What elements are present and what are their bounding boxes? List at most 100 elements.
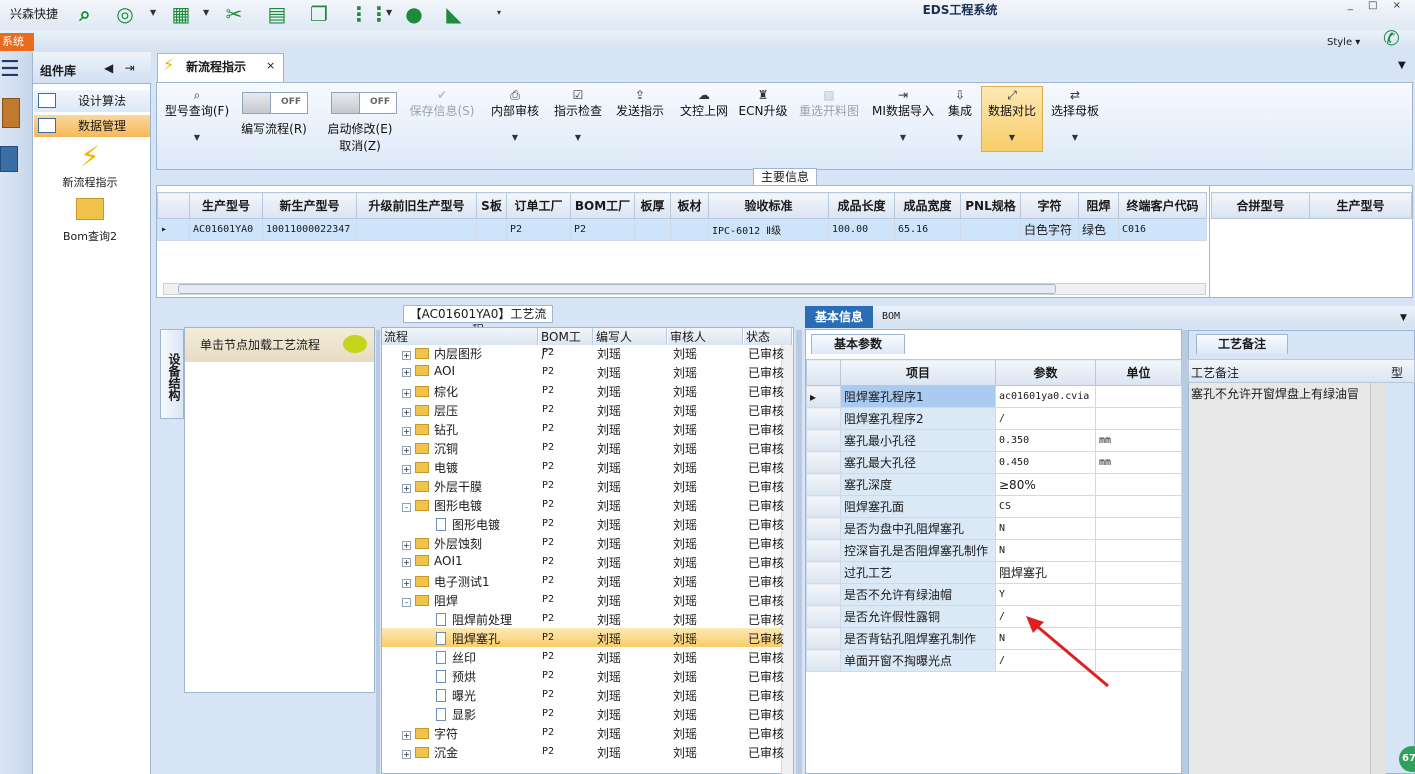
column-header[interactable]: 单位 [1095,359,1182,386]
table-cell[interactable]: 65.16 [894,218,961,241]
table-row[interactable]: ▸ AC01601YA0 10011000022347 P2 P2 IPC-60… [157,218,1207,241]
cancel-button[interactable]: 取消(Z) [322,137,398,154]
start-modify-toggle[interactable]: OFF [331,92,397,114]
column-header[interactable]: 阻焊 [1078,192,1119,219]
tree-row[interactable]: + AOI1 P2 刘瑶 刘瑶 已审核 [382,552,784,571]
sidebar-item-design-algorithm[interactable]: 设计算法 [34,90,150,112]
tree-row[interactable]: - 图形电镀 P2 刘瑶 刘瑶 已审核 [382,495,784,514]
collapse-controls[interactable]: ◀ ⇥ [104,61,135,75]
column-header[interactable]: 新生产型号 [262,192,357,219]
integrate-button[interactable]: ⇩ 集成 ▼ [944,88,976,142]
expand-icon[interactable]: + [402,558,411,567]
tab-bom[interactable]: BOM [882,311,900,322]
column-header[interactable]: BOM工厂 [570,192,635,219]
chevron-down-icon[interactable]: ▼ [386,8,392,17]
select-board-button[interactable]: ⇄ 选择母板 ▼ [1048,88,1102,142]
table-cell[interactable]: AC01601YA0 [189,218,263,241]
table-cell[interactable]: IPC-6012 Ⅱ级 [708,218,829,241]
table-cell[interactable] [670,218,709,241]
table-cell[interactable]: 白色字符 [1020,218,1079,241]
expand-icon[interactable]: + [402,579,411,588]
param-value[interactable]: N [995,517,1096,540]
menu-icon[interactable]: ☰ [0,57,20,82]
table-row[interactable]: 单面开窗不掏曝光点 / [806,649,1182,672]
tree-row[interactable]: + 外层蚀刻 P2 刘瑶 刘瑶 已审核 [382,533,784,552]
expand-icon[interactable]: + [402,484,411,493]
chart-icon[interactable]: ◣ [441,2,467,26]
tab-basic-info[interactable]: 基本信息 [805,306,873,328]
tree-row[interactable]: 丝印 P2 刘瑶 刘瑶 已审核 [382,647,784,666]
tree-row[interactable]: + 沉铜 P2 刘瑶 刘瑶 已审核 [382,438,784,457]
table-row[interactable]: ▸ 阻焊塞孔程序1 ac01601ya0.cvia [806,385,1182,408]
tree-row[interactable]: 图形电镀 P2 刘瑶 刘瑶 已审核 [382,514,784,533]
film-icon[interactable]: ▤ [264,2,290,26]
scrollbar-thumb[interactable] [178,284,1056,294]
table-row[interactable]: 过孔工艺 阻焊塞孔 [806,561,1182,584]
expand-icon[interactable]: + [402,427,411,436]
column-header[interactable]: 型 [1391,364,1403,381]
column-header[interactable]: 成品长度 [828,192,895,219]
table-cell[interactable]: C016 [1118,218,1207,241]
column-header[interactable]: 订单工厂 [506,192,571,219]
table-cell[interactable]: 100.00 [828,218,895,241]
user-icon[interactable]: ● [401,2,427,26]
column-header[interactable]: PNL规格 [960,192,1021,219]
column-header[interactable]: 生产型号 [189,192,263,219]
internal-review-button[interactable]: ⎙ 内部审核 ▼ [488,88,542,142]
param-value[interactable]: 阻焊塞孔 [995,561,1096,584]
column-header[interactable]: 工艺备注 [1191,364,1239,381]
tree-row[interactable]: - 阻焊 P2 刘瑶 刘瑶 已审核 [382,590,784,609]
splitter[interactable] [376,330,380,774]
system-tab[interactable]: 系统 [0,33,34,51]
param-value[interactable]: ≥80% [995,473,1096,496]
sidebar-item-data-management[interactable]: 数据管理 [34,115,150,137]
close-icon[interactable]: × [266,59,275,72]
expand-icon[interactable]: + [402,446,411,455]
table-row[interactable]: 是否不允许有绿油帽 Y [806,583,1182,606]
column-header[interactable]: 板厚 [634,192,671,219]
table-row[interactable]: 塞孔最大孔径 0.450 mm [806,451,1182,474]
column-header[interactable]: 终端客户代码 [1118,192,1207,219]
tree-row[interactable]: + 层压 P2 刘瑶 刘瑶 已审核 [382,400,784,419]
factory-icon[interactable] [2,98,20,128]
data-compare-button[interactable]: ⤢ 数据对比 ▼ [983,88,1041,142]
tab-basic-params[interactable]: 基本参数 [811,334,905,354]
column-header[interactable]: 合拼型号 [1211,192,1310,219]
notes-text[interactable]: 塞孔不允许开窗焊盘上有绿油冒 [1191,385,1359,402]
tree-row[interactable]: + 棕化 P2 刘瑶 刘瑶 已审核 [382,381,784,400]
grid-icon[interactable]: ⋮⋮ [349,2,389,26]
doc-upload-button[interactable]: ☁ 文控上网 [676,88,732,119]
instruction-check-button[interactable]: ☑ 指示检查 ▼ [550,88,606,142]
expand-icon[interactable]: + [402,465,411,474]
param-value[interactable]: Y [995,583,1096,606]
vertical-scrollbar[interactable] [1370,383,1386,774]
column-header[interactable]: S板 [476,192,507,219]
table-row[interactable]: 阻焊塞孔程序2/ [806,407,1182,430]
table-row[interactable]: 塞孔深度 ≥80% [806,473,1182,496]
ecn-upgrade-button[interactable]: ♜ ECN升级 [738,88,788,119]
tree-row[interactable]: + 外层干膜 P2 刘瑶 刘瑶 已审核 [382,476,784,495]
table-cell[interactable] [634,218,671,241]
column-header[interactable]: 验收标准 [708,192,829,219]
table-row[interactable]: 塞孔最小孔径 0.350 mm [806,429,1182,452]
table-row[interactable]: 阻焊塞孔面 CS [806,495,1182,518]
param-value[interactable]: N [995,539,1096,562]
expand-icon[interactable]: + [402,750,411,759]
param-value[interactable]: 0.450 [995,451,1096,474]
table-cell[interactable] [960,218,1021,241]
param-value[interactable]: / [995,407,1096,430]
reselect-cutting-button[interactable]: ▨ 重选开料图 [796,88,862,119]
expand-icon[interactable]: + [402,389,411,398]
expand-icon[interactable]: + [402,368,411,377]
splitter[interactable] [796,330,802,774]
tab-process-notes[interactable]: 工艺备注 [1196,334,1288,354]
column-header[interactable]: 参数 [995,359,1096,386]
tree-row[interactable]: + 内层图形 P2 刘瑶 刘瑶 已审核 [382,343,784,362]
send-instruction-button[interactable]: ⇪ 发送指示 [612,88,668,119]
column-header[interactable]: 板材 [670,192,709,219]
tab-equipment-structure[interactable]: 设备结构 [160,329,184,419]
tree-row[interactable]: 阻焊前处理 P2 刘瑶 刘瑶 已审核 [382,609,784,628]
expand-icon[interactable]: + [402,408,411,417]
tree-row[interactable]: + 钻孔 P2 刘瑶 刘瑶 已审核 [382,419,784,438]
table-row[interactable]: 是否允许假性露铜 / [806,605,1182,628]
